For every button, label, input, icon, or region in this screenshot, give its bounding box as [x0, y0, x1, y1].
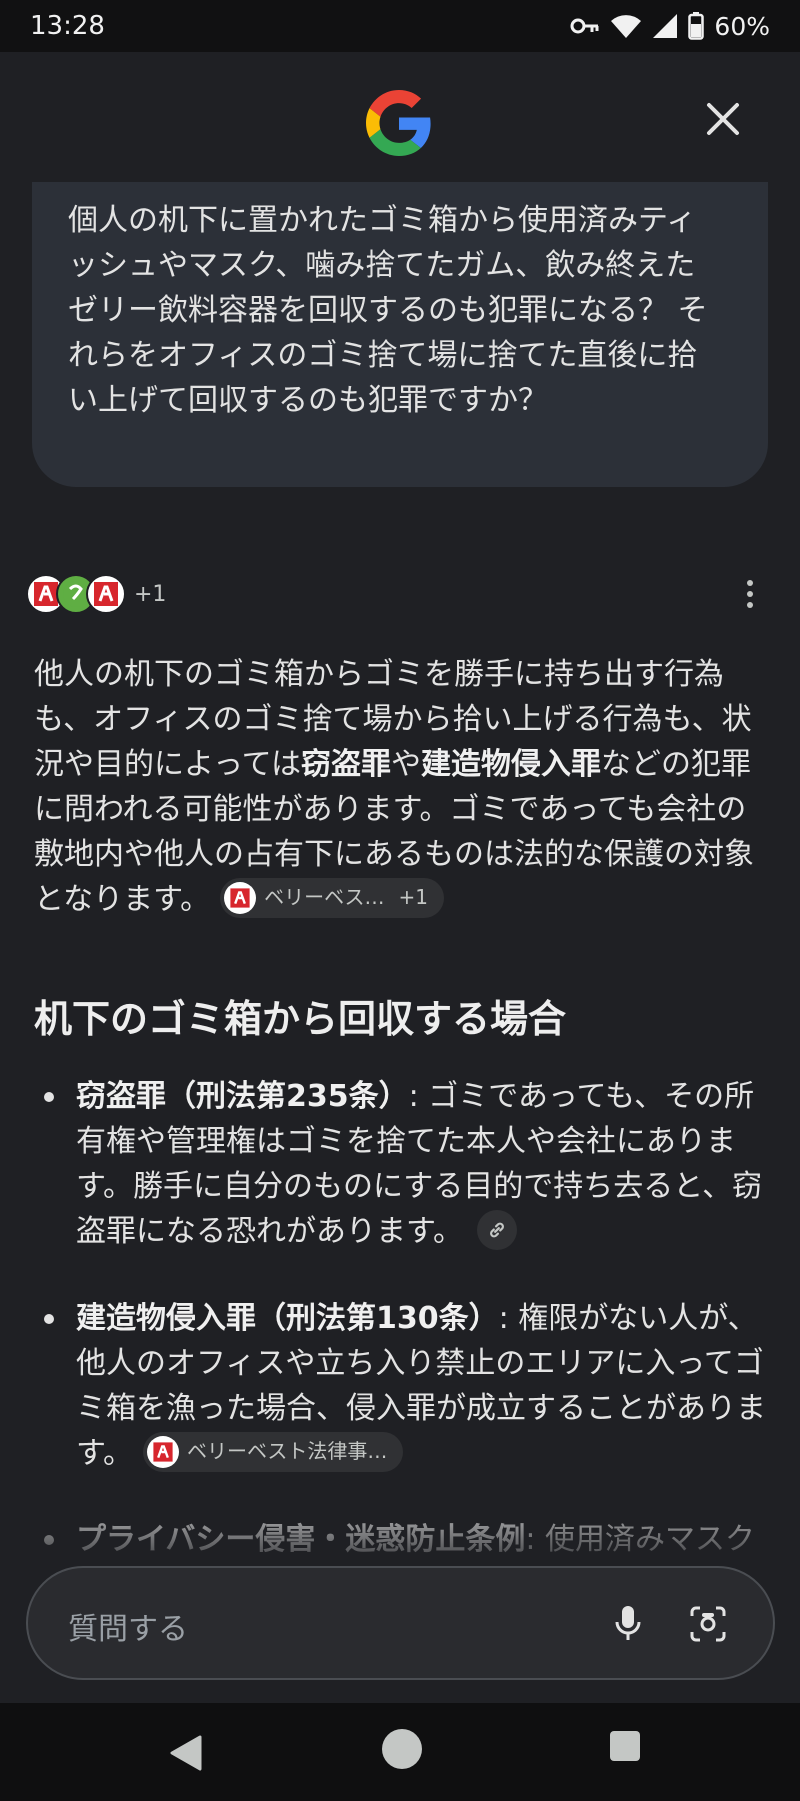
- voice-search-button[interactable]: [602, 1598, 654, 1650]
- more-vert-icon: [747, 580, 753, 586]
- source-count: +1: [134, 581, 167, 607]
- close-icon: [707, 103, 739, 135]
- answer-bold-term: 窃盗罪: [301, 747, 391, 782]
- law-firm-logo-icon: [147, 1435, 179, 1468]
- battery-icon: [688, 12, 705, 40]
- section-heading: 机下のゴミ箱から回収する場合: [34, 997, 567, 1041]
- status-icons: 60%: [570, 10, 770, 42]
- bullet-marker: [44, 1535, 54, 1545]
- camera-lens-icon: [690, 1606, 726, 1642]
- link-icon: [490, 1222, 504, 1237]
- battery-percent: 60%: [714, 11, 770, 41]
- mic-icon: [615, 1606, 641, 1640]
- home-icon[interactable]: [382, 1729, 422, 1769]
- lens-search-button[interactable]: [682, 1598, 734, 1650]
- link-button[interactable]: [477, 1209, 517, 1250]
- status-time: 13:28: [30, 11, 105, 41]
- list-item: 建造物侵入罪（刑法第130条）: 権限がない人が、他人のオフィスや立ち入り禁止の…: [44, 1296, 766, 1476]
- bullet-title: 建造物侵入罪（刑法第130条）: [76, 1301, 499, 1336]
- list-item: 窃盗罪（刑法第235条）: ゴミであっても、その所有権や管理権はゴミを捨てた本人…: [44, 1074, 766, 1254]
- more-vert-icon-dot: [747, 591, 753, 597]
- query-bubble: 個人の机下に置かれたゴミ箱から使用済みティッシュやマスク、噛み捨てたガム、飲み終…: [32, 182, 768, 487]
- law-firm-logo-icon: [224, 881, 257, 914]
- signal-icon: [653, 14, 678, 38]
- ask-input-bar[interactable]: 質問する: [26, 1566, 775, 1680]
- bullet-title: 窃盗罪（刑法第235条）: [76, 1079, 409, 1114]
- bullet-marker: [44, 1314, 54, 1324]
- recents-icon[interactable]: [610, 1731, 640, 1761]
- source-avatar-3: [86, 574, 126, 614]
- answer-bold-term: 建造物侵入罪: [421, 747, 601, 782]
- bullet-title: プライバシー侵害・迷惑防止条例: [76, 1522, 526, 1557]
- back-icon[interactable]: [164, 1731, 208, 1775]
- bullet-marker: [44, 1092, 54, 1102]
- close-button[interactable]: [700, 96, 746, 142]
- list-item: プライバシー侵害・迷惑防止条例: 使用済みマスクやティッシュなどを漁る行為は、ス…: [44, 1517, 766, 1562]
- wifi-icon: [611, 15, 642, 39]
- query-text: 個人の机下に置かれたゴミ箱から使用済みティッシュやマスク、噛み捨てたガム、飲み終…: [68, 203, 708, 418]
- more-options-button[interactable]: [735, 574, 765, 614]
- answer-scroll-area[interactable]: 個人の机下に置かれたゴミ箱から使用済みティッシュやマスク、噛み捨てたガム、飲み終…: [0, 182, 800, 1562]
- system-nav-bar: [0, 1703, 800, 1801]
- law-firm-logo-icon: [94, 582, 118, 606]
- more-vert-icon-dot: [747, 602, 753, 608]
- source-chip[interactable]: ベリーベス… +1: [220, 877, 444, 918]
- source-chip-label: ベリーベスト法律事…: [187, 1439, 388, 1463]
- answer-intro: 他人の机下のゴミ箱からゴミを勝手に持ち出す行為も、オフィスのゴミ捨て場から拾い上…: [34, 652, 766, 922]
- source-chip-count: +1: [398, 885, 428, 909]
- source-chip-label: ベリーベス…: [264, 885, 385, 909]
- source-avatars[interactable]: +1: [26, 572, 166, 616]
- status-bar: 13:28 60%: [0, 0, 800, 52]
- key-icon: [570, 18, 599, 34]
- search-sheet: 個人の机下に置かれたゴミ箱から使用済みティッシュやマスク、噛み捨てたガム、飲み終…: [0, 52, 800, 1703]
- answer-text: や: [391, 747, 421, 782]
- source-chip[interactable]: ベリーベスト法律事…: [143, 1431, 404, 1472]
- ask-input-placeholder[interactable]: 質問する: [68, 1604, 188, 1648]
- google-g-logo: [366, 90, 431, 156]
